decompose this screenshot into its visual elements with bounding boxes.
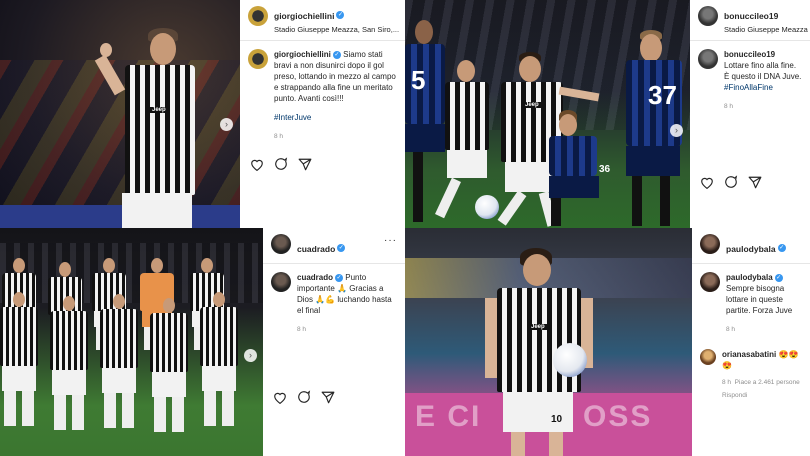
verified-icon: ✓: [335, 273, 344, 282]
caption-username[interactable]: cuadrado: [297, 273, 333, 282]
action-bar: [700, 175, 762, 189]
post-header: giorgiochiellini ✓ Stadio Giuseppe Meazza…: [240, 0, 405, 40]
share-icon[interactable]: [298, 158, 312, 171]
post-header: bonuccileo19 Stadio Giuseppe Meazza: [690, 0, 810, 40]
team-player: [100, 294, 138, 434]
ad-board-text: E CI: [415, 400, 482, 433]
post-chiellini: Jeep › giorgiochiellini ✓ Stadio Giuseppe…: [0, 0, 405, 228]
team-player: [200, 292, 238, 432]
heart-icon[interactable]: [250, 158, 264, 171]
comment-row: orianasabatini 😍😍😍 8 h Piace a 2.461 per…: [692, 343, 810, 409]
player-inter-36: 36: [543, 110, 613, 228]
shirt-number: 37: [648, 80, 677, 110]
post-dybala: E CI OSS Jeep 10 paulodybala ✓ paulodybal…: [405, 228, 810, 456]
comment-username[interactable]: orianasabatini: [722, 350, 776, 359]
verified-icon: ✓: [337, 243, 346, 252]
avatar[interactable]: [700, 272, 720, 292]
post-header: paulodybala ✓: [692, 228, 810, 263]
next-icon[interactable]: ›: [244, 349, 257, 362]
post-sidebar: paulodybala ✓ paulodybala ✓ Sempre bisogna…: [692, 228, 810, 456]
comment-time: 8 h: [722, 379, 732, 386]
shirt-sponsor: Jeep: [150, 107, 168, 113]
location[interactable]: Stadio Giuseppe Meazza, San Siro,...: [274, 25, 399, 34]
post-time: 8 h: [297, 326, 307, 333]
post-sidebar: bonuccileo19 Stadio Giuseppe Meazza bonu…: [690, 0, 810, 228]
hashtag-link[interactable]: #FinoAllaFine: [724, 82, 802, 93]
team-player: [50, 296, 88, 436]
post-time: 8 h: [724, 103, 734, 110]
post-sidebar: giorgiochiellini ✓ Stadio Giuseppe Meazza…: [240, 0, 405, 228]
action-bar: [273, 390, 335, 404]
caption-row: paulodybala ✓ Sempre bisogna lottare in q…: [692, 264, 810, 343]
share-icon[interactable]: [321, 391, 335, 404]
hashtag-link[interactable]: #InterJuve: [274, 112, 397, 123]
post-header: cuadrado ✓ ···: [263, 228, 405, 263]
post-cuadrado: › cuadrado ✓ ··· cuadrado ✓ Punto importan…: [0, 228, 405, 456]
post-photo: Jeep ›: [0, 0, 240, 228]
football: [553, 343, 587, 377]
caption-row: bonuccileo19 Lottare fino alla fine. È q…: [690, 41, 810, 120]
team-front-row: [0, 292, 263, 442]
post-sidebar: cuadrado ✓ ··· cuadrado ✓ Punto importante…: [263, 228, 405, 456]
caption-username[interactable]: bonuccileo19: [724, 50, 775, 59]
team-player: [0, 292, 38, 432]
username[interactable]: paulodybala: [726, 244, 776, 254]
post-bonucci: 5 Jeep 36 37 › bonuccileo19 Stadio Giuse…: [405, 0, 810, 228]
post-time: 8 h: [726, 326, 736, 333]
username[interactable]: cuadrado: [297, 244, 335, 254]
post-photo: E CI OSS Jeep 10: [405, 228, 692, 456]
caption-username[interactable]: paulodybala: [726, 273, 773, 282]
more-icon[interactable]: ···: [384, 235, 397, 246]
avatar[interactable]: [698, 49, 718, 69]
post-time: 8 h: [274, 133, 284, 140]
share-icon[interactable]: [748, 176, 762, 189]
heart-icon[interactable]: [700, 176, 714, 189]
verified-icon: ✓: [777, 243, 786, 252]
verified-icon: ✓: [774, 273, 783, 282]
avatar[interactable]: [700, 234, 720, 254]
shirt-sponsor: Jeep: [529, 324, 547, 330]
next-icon[interactable]: ›: [220, 118, 233, 131]
comment-icon[interactable]: [724, 175, 738, 189]
post-photo: 5 Jeep 36 37 ›: [405, 0, 690, 228]
team-player: [150, 298, 188, 438]
comment-likes[interactable]: Piace a 2.461 persone: [735, 379, 800, 386]
comment-icon[interactable]: [274, 157, 288, 171]
reply-button[interactable]: Rispondi: [722, 390, 802, 401]
caption-row: cuadrado ✓ Punto importante 🙏 Gracias a D…: [263, 264, 405, 343]
avatar[interactable]: [248, 6, 268, 26]
shirt-sponsor: Jeep: [523, 102, 541, 108]
avatar[interactable]: [698, 6, 718, 26]
verified-icon: ✓: [332, 50, 341, 59]
comment-icon[interactable]: [297, 390, 311, 404]
shirt-number: 5: [411, 65, 426, 95]
football: [475, 195, 499, 219]
shirt-number: 10: [551, 414, 563, 425]
avatar[interactable]: [700, 349, 716, 365]
verified-icon: ✓: [336, 10, 345, 19]
shirt-number: 36: [599, 164, 611, 175]
username[interactable]: bonuccileo19: [724, 11, 778, 21]
next-icon[interactable]: ›: [670, 124, 683, 137]
location[interactable]: Stadio Giuseppe Meazza: [724, 25, 808, 34]
caption-row: giorgiochiellini ✓ Siamo stati bravi a no…: [240, 41, 405, 150]
caption-text: Sempre bisogna lottare in queste partite…: [726, 284, 793, 315]
heart-icon[interactable]: [273, 391, 287, 404]
post-photo: ›: [0, 228, 263, 456]
avatar[interactable]: [271, 234, 291, 254]
avatar[interactable]: [248, 49, 268, 69]
caption-text: Lottare fino alla fine. È questo il DNA …: [724, 61, 802, 81]
player-chiellini: Jeep: [94, 25, 210, 228]
avatar[interactable]: [271, 272, 291, 292]
action-bar: [250, 157, 312, 171]
caption-username[interactable]: giorgiochiellini: [274, 50, 331, 59]
username[interactable]: giorgiochiellini: [274, 11, 334, 21]
